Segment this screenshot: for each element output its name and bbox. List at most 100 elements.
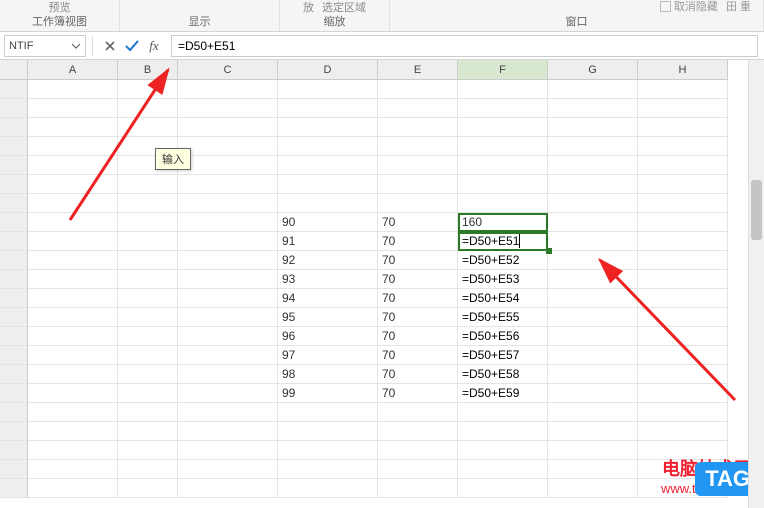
cell[interactable] <box>638 156 728 175</box>
col-header-H[interactable]: H <box>638 60 728 80</box>
cell[interactable] <box>118 213 178 232</box>
row-header[interactable] <box>0 194 28 213</box>
cell[interactable] <box>278 460 378 479</box>
cell[interactable] <box>548 156 638 175</box>
cell[interactable] <box>458 441 548 460</box>
cell[interactable] <box>178 441 278 460</box>
cell[interactable] <box>458 118 548 137</box>
cell[interactable]: =D50+E55 <box>458 308 548 327</box>
cell[interactable] <box>378 99 458 118</box>
row-header[interactable] <box>0 251 28 270</box>
cell[interactable]: 70 <box>378 346 458 365</box>
cell[interactable]: 96 <box>278 327 378 346</box>
cell[interactable] <box>548 270 638 289</box>
cell[interactable] <box>378 175 458 194</box>
row-header[interactable] <box>0 479 28 498</box>
cell[interactable]: =D50+E52 <box>458 251 548 270</box>
cell[interactable]: 70 <box>378 232 458 251</box>
row-header[interactable] <box>0 403 28 422</box>
cell[interactable] <box>178 175 278 194</box>
cell[interactable] <box>118 232 178 251</box>
col-header-B[interactable]: B <box>118 60 178 80</box>
col-header-E[interactable]: E <box>378 60 458 80</box>
cell[interactable] <box>638 422 728 441</box>
cell[interactable] <box>548 194 638 213</box>
cell[interactable]: 93 <box>278 270 378 289</box>
cell[interactable] <box>458 156 548 175</box>
cell[interactable] <box>28 118 118 137</box>
cell[interactable] <box>118 99 178 118</box>
cell[interactable] <box>178 289 278 308</box>
cell[interactable] <box>178 403 278 422</box>
cell[interactable] <box>638 384 728 403</box>
cell[interactable] <box>548 251 638 270</box>
cell[interactable]: 70 <box>378 308 458 327</box>
row-header[interactable] <box>0 441 28 460</box>
cell[interactable] <box>118 384 178 403</box>
cell[interactable] <box>118 308 178 327</box>
cell[interactable] <box>458 479 548 498</box>
row-header[interactable] <box>0 80 28 99</box>
cell[interactable] <box>28 99 118 118</box>
row-header[interactable] <box>0 384 28 403</box>
row-header[interactable] <box>0 118 28 137</box>
cell[interactable] <box>378 194 458 213</box>
cell[interactable] <box>548 232 638 251</box>
cell[interactable] <box>118 365 178 384</box>
cell[interactable] <box>278 118 378 137</box>
enter-button[interactable] <box>121 35 143 57</box>
cell[interactable] <box>118 479 178 498</box>
cell[interactable] <box>548 118 638 137</box>
cell[interactable] <box>278 99 378 118</box>
cell[interactable] <box>178 422 278 441</box>
row-header[interactable] <box>0 175 28 194</box>
cell[interactable] <box>378 479 458 498</box>
cell[interactable] <box>548 365 638 384</box>
cell[interactable] <box>548 441 638 460</box>
cell[interactable] <box>458 99 548 118</box>
cell[interactable]: 95 <box>278 308 378 327</box>
row-header[interactable] <box>0 327 28 346</box>
cell[interactable] <box>178 80 278 99</box>
cell[interactable] <box>178 346 278 365</box>
row-header[interactable] <box>0 346 28 365</box>
cell[interactable] <box>28 289 118 308</box>
cell[interactable] <box>118 327 178 346</box>
select-all-corner[interactable] <box>0 60 28 80</box>
scroll-thumb[interactable] <box>751 180 762 240</box>
row-header[interactable] <box>0 99 28 118</box>
cell[interactable] <box>178 270 278 289</box>
cell[interactable]: =D50+E51 <box>458 232 548 251</box>
cell[interactable] <box>458 460 548 479</box>
col-header-C[interactable]: C <box>178 60 278 80</box>
cell[interactable] <box>638 80 728 99</box>
cell[interactable] <box>458 80 548 99</box>
cell[interactable] <box>118 460 178 479</box>
cell[interactable] <box>178 118 278 137</box>
cell[interactable]: 70 <box>378 327 458 346</box>
cell[interactable]: =D50+E58 <box>458 365 548 384</box>
cell[interactable] <box>118 422 178 441</box>
grid-checkbox[interactable]: 田 重 <box>726 0 751 13</box>
cell[interactable] <box>548 99 638 118</box>
cell[interactable] <box>548 479 638 498</box>
cell[interactable] <box>178 213 278 232</box>
cell[interactable] <box>118 403 178 422</box>
cell[interactable] <box>28 460 118 479</box>
cell[interactable] <box>28 270 118 289</box>
row-header[interactable] <box>0 270 28 289</box>
row-header[interactable] <box>0 422 28 441</box>
cell[interactable] <box>28 137 118 156</box>
cell[interactable]: =D50+E57 <box>458 346 548 365</box>
cell[interactable]: 70 <box>378 384 458 403</box>
cell[interactable] <box>28 156 118 175</box>
row-header[interactable] <box>0 289 28 308</box>
cell[interactable] <box>638 175 728 194</box>
cell[interactable] <box>638 118 728 137</box>
cell[interactable] <box>638 289 728 308</box>
cell[interactable] <box>548 175 638 194</box>
cell[interactable] <box>118 346 178 365</box>
cell[interactable] <box>458 194 548 213</box>
cell[interactable]: 70 <box>378 251 458 270</box>
cell[interactable] <box>638 99 728 118</box>
